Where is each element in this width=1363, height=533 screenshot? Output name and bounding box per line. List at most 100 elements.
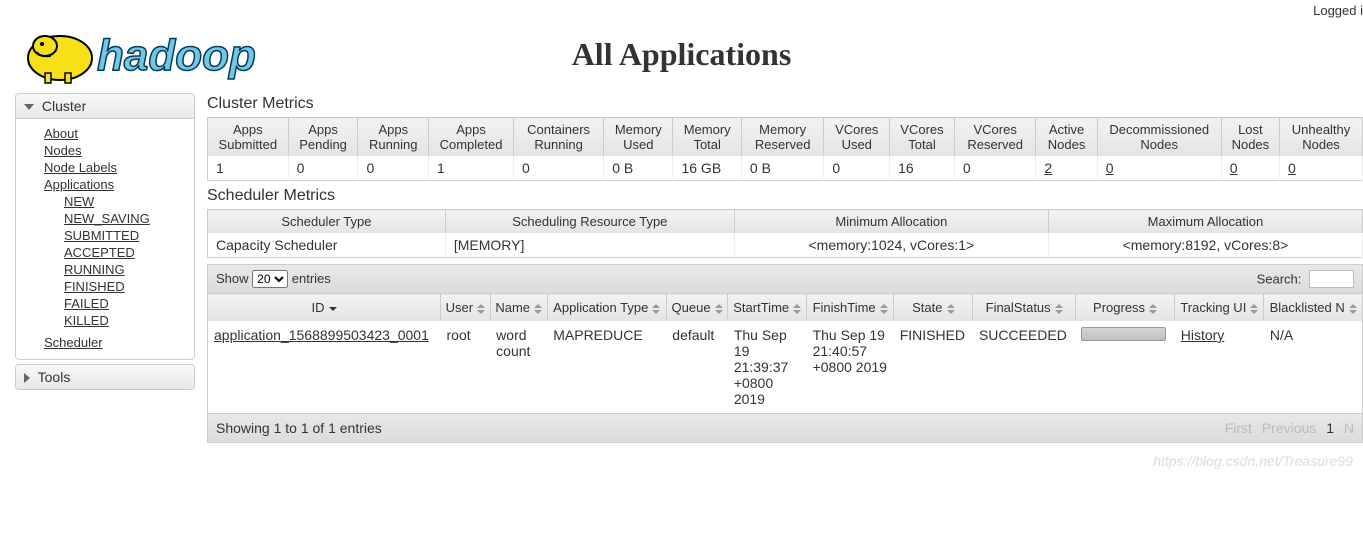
cell-progress [1075,321,1174,414]
cluster-metrics-table: Apps SubmittedApps PendingApps RunningAp… [207,117,1363,181]
cluster-metric-value: 0 [514,156,604,181]
search-input[interactable] [1309,270,1354,288]
cluster-metric-value: 16 [890,156,955,181]
scheduler-metric-value: [MEMORY] [445,233,734,258]
cluster-metric-link[interactable]: 0 [1106,160,1114,176]
scheduler-metric-header: Scheduling Resource Type [445,210,734,234]
cell-state: FINISHED [894,321,973,414]
top-bar: Logged i [0,0,1363,18]
cell-final: SUCCEEDED [973,321,1075,414]
cluster-metric-header: Memory Used [604,118,673,157]
sidebar-cluster-header[interactable]: Cluster [16,94,194,119]
cluster-metric-value: 0 [1280,156,1363,181]
cluster-metric-header: Unhealthy Nodes [1280,118,1363,157]
apps-column-header[interactable]: FinalStatus [973,294,1075,322]
sidebar-link-node-labels[interactable]: Node Labels [44,160,117,175]
apps-column-header[interactable]: Tracking UI [1175,294,1264,322]
pager-prev[interactable]: Previous [1262,420,1316,436]
apps-column-header[interactable]: State [894,294,973,322]
table-row: application_1568899503423_0001 root word… [208,321,1363,414]
scheduler-metric-header: Maximum Allocation [1048,210,1362,234]
show-label: Show [216,271,249,286]
cell-type: MAPREDUCE [547,321,666,414]
sidebar-state-failed[interactable]: FAILED [64,296,109,311]
scheduler-metrics-table: Scheduler TypeScheduling Resource TypeMi… [207,209,1363,258]
sidebar: Cluster About Nodes Node Labels Applicat… [15,93,195,394]
svg-text:hadoop: hadoop [97,31,256,80]
sort-icon [715,304,723,314]
sidebar-state-finished[interactable]: FINISHED [64,279,125,294]
apps-column-header[interactable]: Queue [666,294,728,322]
application-id-link[interactable]: application_1568899503423_0001 [214,327,429,343]
sort-icon [1250,304,1258,314]
cell-user: root [441,321,491,414]
apps-column-header[interactable]: FinishTime [807,294,894,322]
apps-column-header[interactable]: StartTime [728,294,807,322]
cluster-metric-header: Apps Completed [429,118,514,157]
sort-icon [1055,304,1063,314]
cell-start: Thu Sep 19 21:39:37 +0800 2019 [728,321,807,414]
cluster-metric-value: 0 B [741,156,824,181]
sort-icon [652,304,660,314]
scheduler-metric-value: <memory:1024, vCores:1> [734,233,1048,258]
cluster-metric-value: 0 [954,156,1036,181]
sort-icon [477,304,485,314]
cluster-metric-link[interactable]: 0 [1230,160,1238,176]
sidebar-link-nodes[interactable]: Nodes [44,143,82,158]
sidebar-state-new[interactable]: NEW [64,194,94,209]
applications-table: IDUserNameApplication TypeQueueStartTime… [207,293,1363,414]
cluster-metric-value: 1 [429,156,514,181]
cluster-metric-value: 16 GB [673,156,741,181]
sidebar-link-about[interactable]: About [44,126,78,141]
page-header: hadoop All Applications [0,18,1363,93]
sidebar-state-submitted[interactable]: SUBMITTED [64,228,139,243]
cell-name: word count [490,321,547,414]
apps-column-header[interactable]: Blacklisted N [1264,294,1363,322]
entries-label: entries [292,271,331,286]
sidebar-tools-header[interactable]: Tools [16,365,194,389]
cell-blacklist: N/A [1264,321,1363,414]
cluster-metric-header: Apps Submitted [208,118,289,157]
sidebar-link-scheduler[interactable]: Scheduler [44,335,103,350]
main-content: Cluster Metrics Apps SubmittedApps Pendi… [195,93,1363,473]
page-size-select[interactable]: 20 [252,270,288,288]
cluster-metric-value: 0 [824,156,890,181]
cluster-metric-header: Apps Pending [288,118,358,157]
apps-column-header[interactable]: Application Type [547,294,666,322]
cluster-metric-value: 0 [1221,156,1279,181]
cluster-metric-header: Memory Reserved [741,118,824,157]
sort-icon [1349,304,1357,314]
pager: First Previous 1 N [1219,420,1354,436]
table-controls: Show 20 entries Search: [207,264,1363,293]
sidebar-link-applications[interactable]: Applications [44,177,114,192]
sidebar-state-killed[interactable]: KILLED [64,313,109,328]
cluster-metric-value: 0 [358,156,429,181]
sidebar-state-running[interactable]: RUNNING [64,262,125,277]
scheduler-metric-header: Minimum Allocation [734,210,1048,234]
sort-icon [329,307,337,311]
cluster-metric-link[interactable]: 2 [1044,160,1052,176]
sort-icon [1149,304,1157,314]
sidebar-state-accepted[interactable]: ACCEPTED [64,245,135,260]
cluster-metric-header: VCores Total [890,118,955,157]
cluster-metric-link[interactable]: 0 [1288,160,1296,176]
cluster-metric-header: VCores Used [824,118,890,157]
scheduler-metric-value: Capacity Scheduler [208,233,446,258]
sort-icon [793,304,801,314]
table-footer: Showing 1 to 1 of 1 entries First Previo… [207,414,1363,443]
logged-in-text: Logged i [1313,3,1363,18]
apps-column-header[interactable]: Name [490,294,547,322]
cell-queue: default [666,321,728,414]
sidebar-state-new-saving[interactable]: NEW_SAVING [64,211,150,226]
apps-column-header[interactable]: Progress [1075,294,1174,322]
cluster-metric-value: 0 B [604,156,673,181]
cluster-metric-header: VCores Reserved [954,118,1036,157]
cluster-metric-value: 2 [1036,156,1097,181]
pager-first[interactable]: First [1225,420,1252,436]
apps-column-header[interactable]: User [441,294,491,322]
tracking-link[interactable]: History [1181,327,1225,343]
pager-next[interactable]: N [1344,420,1354,436]
cluster-metric-header: Containers Running [514,118,604,157]
pager-page[interactable]: 1 [1326,420,1334,436]
apps-column-header[interactable]: ID [208,294,441,322]
